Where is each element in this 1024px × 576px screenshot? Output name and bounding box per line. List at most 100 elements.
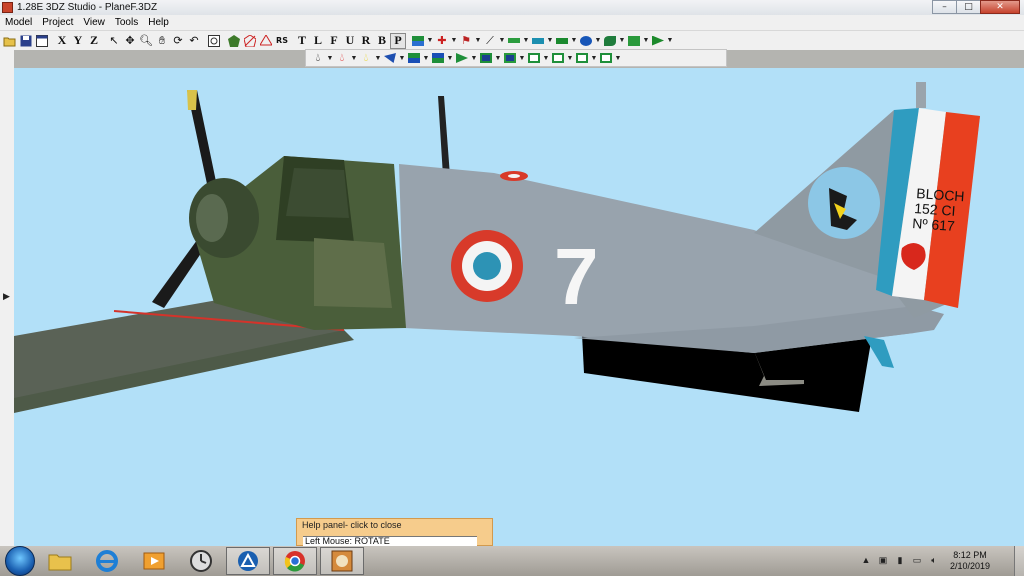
panel-a-icon[interactable] — [526, 50, 542, 66]
red-drop-dropdown[interactable]: ▼ — [350, 55, 358, 62]
menu-project[interactable]: Project — [37, 17, 78, 28]
prop-part-icon[interactable] — [454, 50, 470, 66]
taskbar-media[interactable] — [132, 547, 176, 575]
help-panel[interactable]: Help panel- click to close Left Mouse: R… — [296, 518, 493, 546]
flag-part-dropdown[interactable]: ▼ — [474, 37, 482, 44]
line-part-icon[interactable]: ⟋ — [482, 33, 498, 49]
view-back-button[interactable]: B — [374, 33, 390, 49]
view-under-button[interactable]: U — [342, 33, 358, 49]
panel-a-dropdown[interactable]: ▼ — [542, 55, 550, 62]
tail-part-icon[interactable] — [626, 33, 642, 49]
expand-panel-arrow-icon[interactable]: ▶ — [3, 291, 10, 302]
dive-part-dropdown[interactable]: ▼ — [546, 37, 554, 44]
view-perspective-button[interactable]: P — [390, 32, 406, 49]
gear-part-icon[interactable] — [478, 50, 494, 66]
flap-part-icon[interactable] — [506, 33, 522, 49]
maximize-button[interactable]: □ — [956, 0, 981, 14]
battery-icon[interactable]: ▭ — [911, 555, 923, 567]
menu-help[interactable]: Help — [143, 17, 174, 28]
taskbar-ie[interactable] — [85, 547, 129, 575]
app-icon[interactable] — [2, 2, 13, 13]
gun-part-icon[interactable] — [554, 33, 570, 49]
menu-view[interactable]: View — [78, 17, 110, 28]
axis-z-button[interactable]: Z — [86, 33, 102, 49]
texture-icon[interactable] — [226, 33, 242, 49]
move-icon[interactable]: ✥ — [122, 33, 138, 49]
network-icon[interactable]: ▮ — [894, 555, 906, 567]
view-top-button[interactable]: T — [294, 33, 310, 49]
view-right-button[interactable]: R — [358, 33, 374, 49]
yellow-drop-dropdown[interactable]: ▼ — [374, 55, 382, 62]
panel-d-icon[interactable] — [598, 50, 614, 66]
bomb-part-dropdown[interactable]: ▼ — [398, 55, 406, 62]
flag-part-icon[interactable]: ⚑ — [458, 33, 474, 49]
wing-part-icon[interactable] — [602, 33, 618, 49]
wireframe-icon[interactable] — [258, 33, 274, 49]
panel-b-dropdown[interactable]: ▼ — [566, 55, 574, 62]
tail-part-dropdown[interactable]: ▼ — [642, 37, 650, 44]
zoom-icon[interactable]: 🔍︎ — [138, 33, 154, 49]
rudder-part-icon[interactable] — [650, 33, 666, 49]
tray-expand-icon[interactable]: ▲ — [860, 555, 872, 567]
pointer-icon[interactable]: ↖ — [106, 33, 122, 49]
wing-part-dropdown[interactable]: ▼ — [618, 37, 626, 44]
rotate-view-icon[interactable]: ⟳ — [170, 33, 186, 49]
black-drop-icon[interactable]: 💧︎ — [310, 50, 326, 66]
taskbar-3dz-studio[interactable] — [226, 547, 270, 575]
start-button[interactable] — [5, 546, 35, 576]
engine-part-icon[interactable] — [578, 33, 594, 49]
open-folder-icon[interactable] — [2, 33, 18, 49]
prop-part-dropdown[interactable]: ▼ — [470, 55, 478, 62]
black-drop-dropdown[interactable]: ▼ — [326, 55, 334, 62]
panel-c-icon[interactable] — [574, 50, 590, 66]
volume-icon[interactable]: 🔈︎ — [928, 555, 940, 567]
yellow-drop-icon[interactable]: 💧︎ — [358, 50, 374, 66]
show-desktop-button[interactable] — [1014, 546, 1024, 576]
system-clock[interactable]: 8:12 PM 2/10/2019 — [950, 550, 990, 572]
help-panel-title[interactable]: Help panel- click to close — [297, 519, 492, 531]
hatch-part-dropdown[interactable]: ▼ — [518, 55, 526, 62]
dive-part-icon[interactable] — [530, 33, 546, 49]
hatch-part-icon[interactable] — [502, 50, 518, 66]
view-left-button[interactable]: L — [310, 33, 326, 49]
view-front-button[interactable]: F — [326, 33, 342, 49]
minimize-button[interactable]: – — [932, 0, 957, 14]
fuselage-part-icon[interactable] — [410, 33, 426, 49]
engine-part-dropdown[interactable]: ▼ — [594, 37, 602, 44]
line-part-dropdown[interactable]: ▼ — [498, 37, 506, 44]
gear-part-dropdown[interactable]: ▼ — [494, 55, 502, 62]
panel-d-dropdown[interactable]: ▼ — [614, 55, 622, 62]
menu-model[interactable]: Model — [0, 17, 37, 28]
panel-b-icon[interactable] — [550, 50, 566, 66]
hand-icon[interactable]: ✋︎ — [154, 33, 170, 49]
panel-c-dropdown[interactable]: ▼ — [590, 55, 598, 62]
fuselage-part-dropdown[interactable]: ▼ — [426, 37, 434, 44]
close-button[interactable]: ✕ — [980, 0, 1020, 14]
arrow-part-icon[interactable]: ✚ — [434, 33, 450, 49]
menu-tools[interactable]: Tools — [110, 17, 143, 28]
window-icon[interactable] — [34, 33, 50, 49]
undo-icon[interactable]: ↶ — [186, 33, 202, 49]
taskbar-explorer[interactable] — [38, 547, 82, 575]
taskbar-chrome[interactable] — [273, 547, 317, 575]
rudder-part-dropdown[interactable]: ▼ — [666, 37, 674, 44]
taskbar-game[interactable] — [320, 547, 364, 575]
cockpit-part-dropdown[interactable]: ▼ — [422, 55, 430, 62]
cockpit-part-icon[interactable] — [406, 50, 422, 66]
canopy-part-dropdown[interactable]: ▼ — [446, 55, 454, 62]
3d-viewport[interactable]: 7 BLOCH 152 CI Nº 617 — [14, 68, 1024, 546]
zoom-extents-icon[interactable] — [206, 33, 222, 49]
gun-part-dropdown[interactable]: ▼ — [570, 37, 578, 44]
flap-part-dropdown[interactable]: ▼ — [522, 37, 530, 44]
axis-x-button[interactable]: X — [54, 33, 70, 49]
no-texture-icon[interactable] — [242, 33, 258, 49]
tray-app-icon[interactable]: ▣ — [877, 555, 889, 567]
axis-y-button[interactable]: Y — [70, 33, 86, 49]
bomb-part-icon[interactable] — [382, 50, 398, 66]
red-drop-icon[interactable]: 💧︎ — [334, 50, 350, 66]
save-icon[interactable] — [18, 33, 34, 49]
canopy-part-icon[interactable] — [430, 50, 446, 66]
taskbar-clock-app[interactable] — [179, 547, 223, 575]
rs-button[interactable]: RS — [274, 33, 290, 49]
arrow-part-dropdown[interactable]: ▼ — [450, 37, 458, 44]
